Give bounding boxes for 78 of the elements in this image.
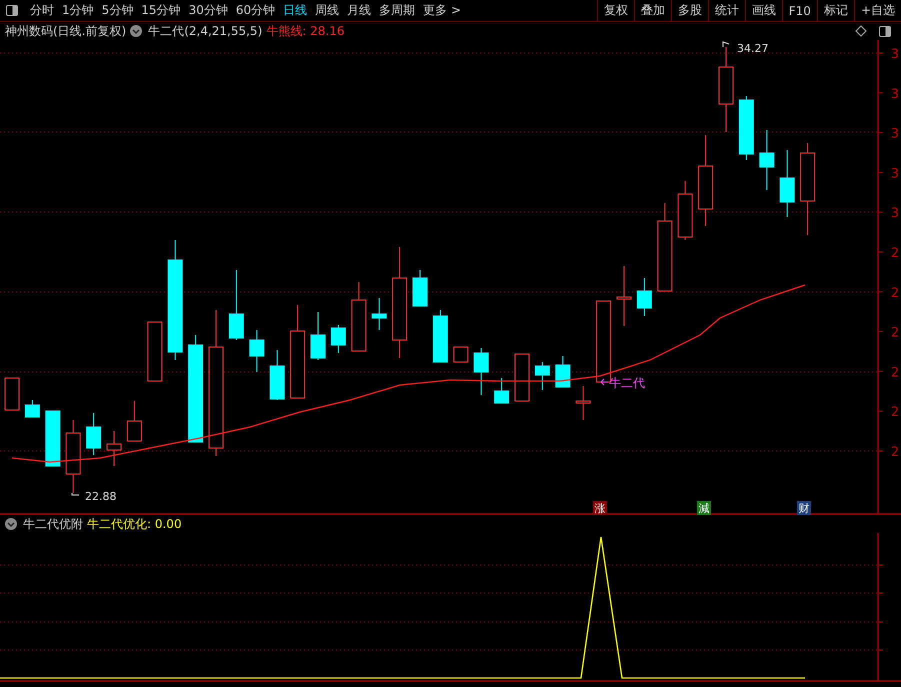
sub-indicator-title: 牛二代优附 [23,516,83,532]
price-axis-label: 3 [891,206,899,222]
period-tab[interactable]: 日线 [279,0,312,21]
indicator-name: 牛二代(2,4,21,55,5) [148,22,262,40]
dropdown-icon[interactable] [5,518,17,530]
leader-line [722,41,730,48]
price-axis-label: 2 [891,365,899,380]
rising-candle [576,386,591,420]
period-tab[interactable]: 月线 [343,0,376,21]
indicator-readout: 牛熊线: 28.16 [266,22,344,40]
falling-candle [738,96,754,160]
price-axis-label: 2 [891,445,899,460]
falling-candle [432,310,448,362]
rising-candle [147,322,162,382]
low-price-label: 22.88 [85,490,116,503]
toolbar-button[interactable]: 叠加 [634,0,671,21]
rising-candle [514,354,530,402]
period-tab[interactable]: 分时 [26,0,58,21]
falling-candle [228,270,244,340]
falling-candle [45,410,60,466]
falling-candle [759,130,774,190]
signal-label: 牛二代 [609,376,645,390]
panel-toggle-icon[interactable] [879,26,891,36]
falling-candle [636,278,652,316]
toolbar-button[interactable]: 复权 [596,0,634,21]
falling-candle [474,348,489,396]
period-tab[interactable]: 周线 [311,0,344,21]
price-axis-label: 2 [891,286,899,301]
falling-candle [534,362,550,390]
rising-candle [106,430,122,466]
toolbar-button[interactable]: F10 [782,0,817,21]
period-tab[interactable]: 15分钟 [137,0,185,21]
price-axis-label: 3 [891,166,899,182]
period-tab[interactable]: 5分钟 [98,0,138,21]
falling-candle [24,400,40,418]
rising-candle [126,400,142,442]
falling-candle [310,312,326,360]
falling-candle [412,270,428,306]
price-axis-label: 2 [891,405,899,420]
price-axis-label: 3 [891,126,899,142]
arrow-icon [600,378,608,386]
price-axis-label: 3 [891,47,899,62]
panel-toggle-icon[interactable] [6,5,18,16]
rising-candle [4,378,20,410]
toolbar-button[interactable]: 画线 [744,0,782,21]
falling-candle [494,378,510,404]
toolbar-button[interactable]: 统计 [708,0,745,21]
period-tab[interactable]: 30分钟 [184,0,232,21]
signal-badge-text: 減 [698,502,710,515]
signal-badge-text: 涨 [594,502,606,515]
stock-title: 神州数码(日线.前复权) [5,22,126,40]
price-axis-label: 3 [891,86,899,102]
rising-candle [616,266,632,326]
period-tab[interactable]: 60分钟 [232,0,280,21]
diamond-icon[interactable] [855,25,867,37]
rising-candle [351,282,366,352]
falling-candle [86,412,102,456]
leader-line [72,492,80,496]
period-tab[interactable]: 多周期 [375,0,420,21]
falling-candle [330,324,346,354]
high-price-label: 34.27 [737,42,768,55]
dropdown-icon[interactable] [130,25,142,37]
toolbar-button[interactable]: 标记 [816,0,854,21]
falling-candle [372,298,387,330]
rising-candle [678,180,693,240]
toolbar-button[interactable]: +自选 [854,0,901,21]
toolbar-button[interactable]: 多股 [670,0,708,21]
falling-candle [249,330,264,372]
signal-badge-text: 财 [798,502,810,515]
falling-candle [780,150,795,218]
falling-candle [555,356,570,388]
sub-indicator-readout: 牛二代优化: 0.00 [87,516,182,532]
falling-candle [270,350,285,400]
period-tab[interactable]: 1分钟 [58,0,98,21]
rising-candle [453,346,468,362]
price-axis-label: 2 [891,246,899,261]
price-axis-label: 2 [891,326,899,341]
period-tab[interactable]: 更多 > [419,0,465,21]
